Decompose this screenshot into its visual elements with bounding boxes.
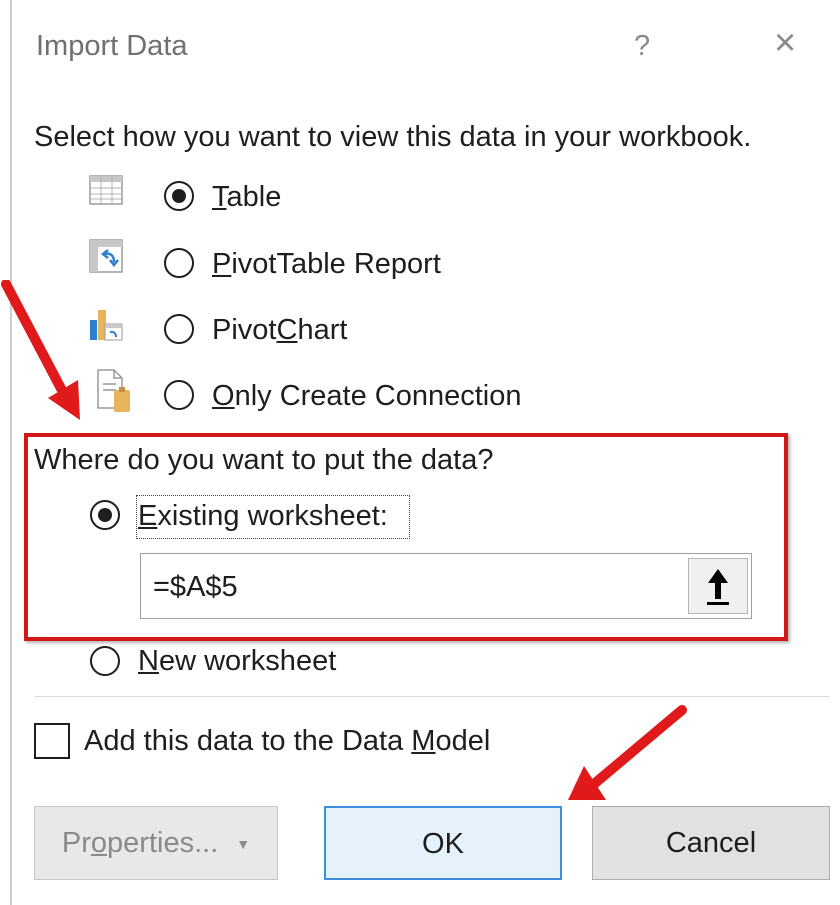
highlight-box xyxy=(24,433,788,641)
annotation-arrow-icon xyxy=(1,280,80,420)
data-model-label[interactable]: Add this data to the Data Model xyxy=(84,725,490,758)
ok-button[interactable]: OK xyxy=(324,806,562,880)
table-option-label[interactable]: Table xyxy=(212,181,281,214)
connection-icon xyxy=(97,369,130,412)
annotation-arrow-icon xyxy=(568,705,687,800)
pivottable-option-label[interactable]: PivotTable Report xyxy=(212,248,441,281)
pivotchart-option-label[interactable]: PivotChart xyxy=(212,314,347,347)
pivotchart-radio[interactable] xyxy=(164,314,194,344)
title-bar: Import Data ? × xyxy=(12,0,840,98)
section-divider xyxy=(34,696,830,697)
connection-radio[interactable] xyxy=(164,380,194,410)
properties-button[interactable]: Properties... ▼ xyxy=(34,806,278,880)
dialog-title: Import Data xyxy=(36,30,188,62)
close-button[interactable]: × xyxy=(774,24,796,62)
connection-option-label[interactable]: Only Create Connection xyxy=(212,380,522,413)
data-model-checkbox[interactable] xyxy=(34,723,70,759)
new-worksheet-radio[interactable] xyxy=(90,646,120,676)
view-prompt: Select how you want to view this data in… xyxy=(34,121,752,153)
cancel-button[interactable]: Cancel xyxy=(592,806,830,880)
new-worksheet-label[interactable]: New worksheet xyxy=(138,645,336,678)
dropdown-caret-icon: ▼ xyxy=(236,836,251,853)
pivottable-radio[interactable] xyxy=(164,248,194,278)
table-icon xyxy=(89,175,123,205)
help-button[interactable]: ? xyxy=(634,30,650,63)
pivottable-icon xyxy=(89,239,123,273)
window-left-border xyxy=(10,0,12,905)
table-radio[interactable] xyxy=(164,181,194,211)
